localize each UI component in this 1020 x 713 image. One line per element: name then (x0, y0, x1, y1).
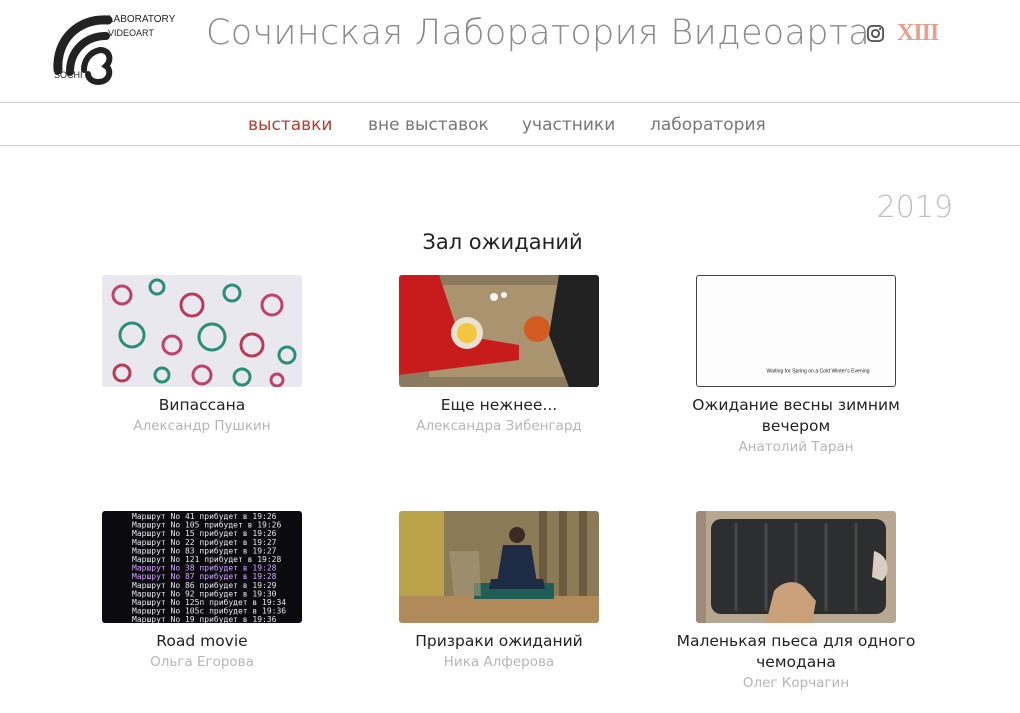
work-author[interactable]: Александра Зибенгард (379, 416, 619, 436)
work-thumbnail[interactable] (696, 511, 896, 623)
route-line: Маршрут No 19 прибудет в 19:36 (132, 614, 277, 623)
svg-text:VIDEOART: VIDEOART (108, 28, 154, 38)
route-line: Маршрут No 83 прибудет в 19:27 (132, 545, 277, 555)
work-author[interactable]: Олег Корчагин (676, 673, 916, 693)
site-header: LABORATORY VIDEOART SOCHI Сочинская Лабо… (0, 0, 1020, 102)
site-logo[interactable]: LABORATORY VIDEOART SOCHI (50, 10, 180, 86)
work-title[interactable]: Еще нежнее... (379, 395, 619, 416)
work-card[interactable]: Маршрут No 41 прибудет в 19:26 Маршрут No… (82, 511, 322, 672)
site-title: Сочинская Лаборатория Видеоарта (206, 13, 871, 53)
work-title[interactable]: Маленькая пьеса для одного чемодана (676, 631, 916, 673)
route-line: Маршрут No 92 прибудет в 19:30 (132, 588, 277, 598)
work-card[interactable]: Waiting for Spring on a Cold Winter's Ev… (676, 275, 916, 457)
nav-item-laboratory[interactable]: лаборатория (650, 115, 766, 135)
work-thumbnail[interactable] (399, 275, 599, 387)
nav-item-participants[interactable]: участники (522, 115, 615, 135)
route-line: Маршрут No 121 прибудет в 19:28 (132, 554, 281, 564)
route-line: Маршрут No 87 прибудет в 19:28 (132, 571, 277, 581)
work-author[interactable]: Ольга Егорова (82, 652, 322, 672)
work-thumbnail[interactable] (102, 275, 302, 387)
route-line: Маршрут No 38 прибудет в 19:28 (132, 563, 277, 573)
main-nav: выставки вне выставок участники лаборато… (0, 102, 1020, 146)
work-card[interactable]: Випассана Александр Пушкин (82, 275, 322, 436)
social-links: XIII (866, 21, 939, 45)
route-line: Маршрут No 105 прибудет в 19:26 (132, 520, 281, 530)
svg-text:Waiting for Spring on a Cold W: Waiting for Spring on a Cold Winter's Ev… (767, 368, 870, 374)
exhibition-title: Зал ожиданий (422, 230, 583, 254)
festival-badge[interactable]: XIII (897, 21, 939, 45)
work-card[interactable]: Еще нежнее... Александра Зибенгард (379, 275, 619, 436)
nav-item-exhibitions[interactable]: выставки (248, 115, 332, 135)
work-title[interactable]: Ожидание весны зимним вечером (676, 395, 916, 437)
work-author[interactable]: Александр Пушкин (82, 416, 322, 436)
work-title[interactable]: Призраки ожиданий (379, 631, 619, 652)
route-line: Маршрут No 86 прибудет в 19:29 (132, 580, 277, 590)
exhibition-year: 2019 (876, 190, 953, 225)
nav-item-outside-exhibitions[interactable]: вне выставок (368, 115, 489, 135)
work-thumbnail[interactable] (399, 511, 599, 623)
svg-text:SOCHI: SOCHI (54, 70, 83, 80)
route-line: Маршрут No 125п прибудет в 19:34 (132, 597, 286, 607)
work-card[interactable]: Маленькая пьеса для одного чемодана Олег… (676, 511, 916, 693)
work-thumbnail[interactable]: Waiting for Spring on a Cold Winter's Ev… (696, 275, 896, 387)
route-line: Маршрут No 22 прибудет в 19:27 (132, 537, 277, 547)
instagram-icon[interactable] (866, 24, 885, 43)
work-author[interactable]: Ника Алферова (379, 652, 619, 672)
svg-text:LABORATORY: LABORATORY (108, 14, 176, 25)
route-line: Маршрут No 105с прибудет в 19:36 (132, 606, 286, 616)
work-thumbnail[interactable]: Маршрут No 41 прибудет в 19:26Маршрут No… (102, 511, 302, 623)
work-title[interactable]: Road movie (82, 631, 322, 652)
route-line: Маршрут No 15 прибудет в 19:26 (132, 528, 277, 538)
work-title[interactable]: Випассана (82, 395, 322, 416)
work-author[interactable]: Анатолий Таран (676, 437, 916, 457)
route-line: Маршрут No 41 прибудет в 19:26 (132, 511, 277, 521)
work-card[interactable]: Призраки ожиданий Ника Алферова (379, 511, 619, 672)
